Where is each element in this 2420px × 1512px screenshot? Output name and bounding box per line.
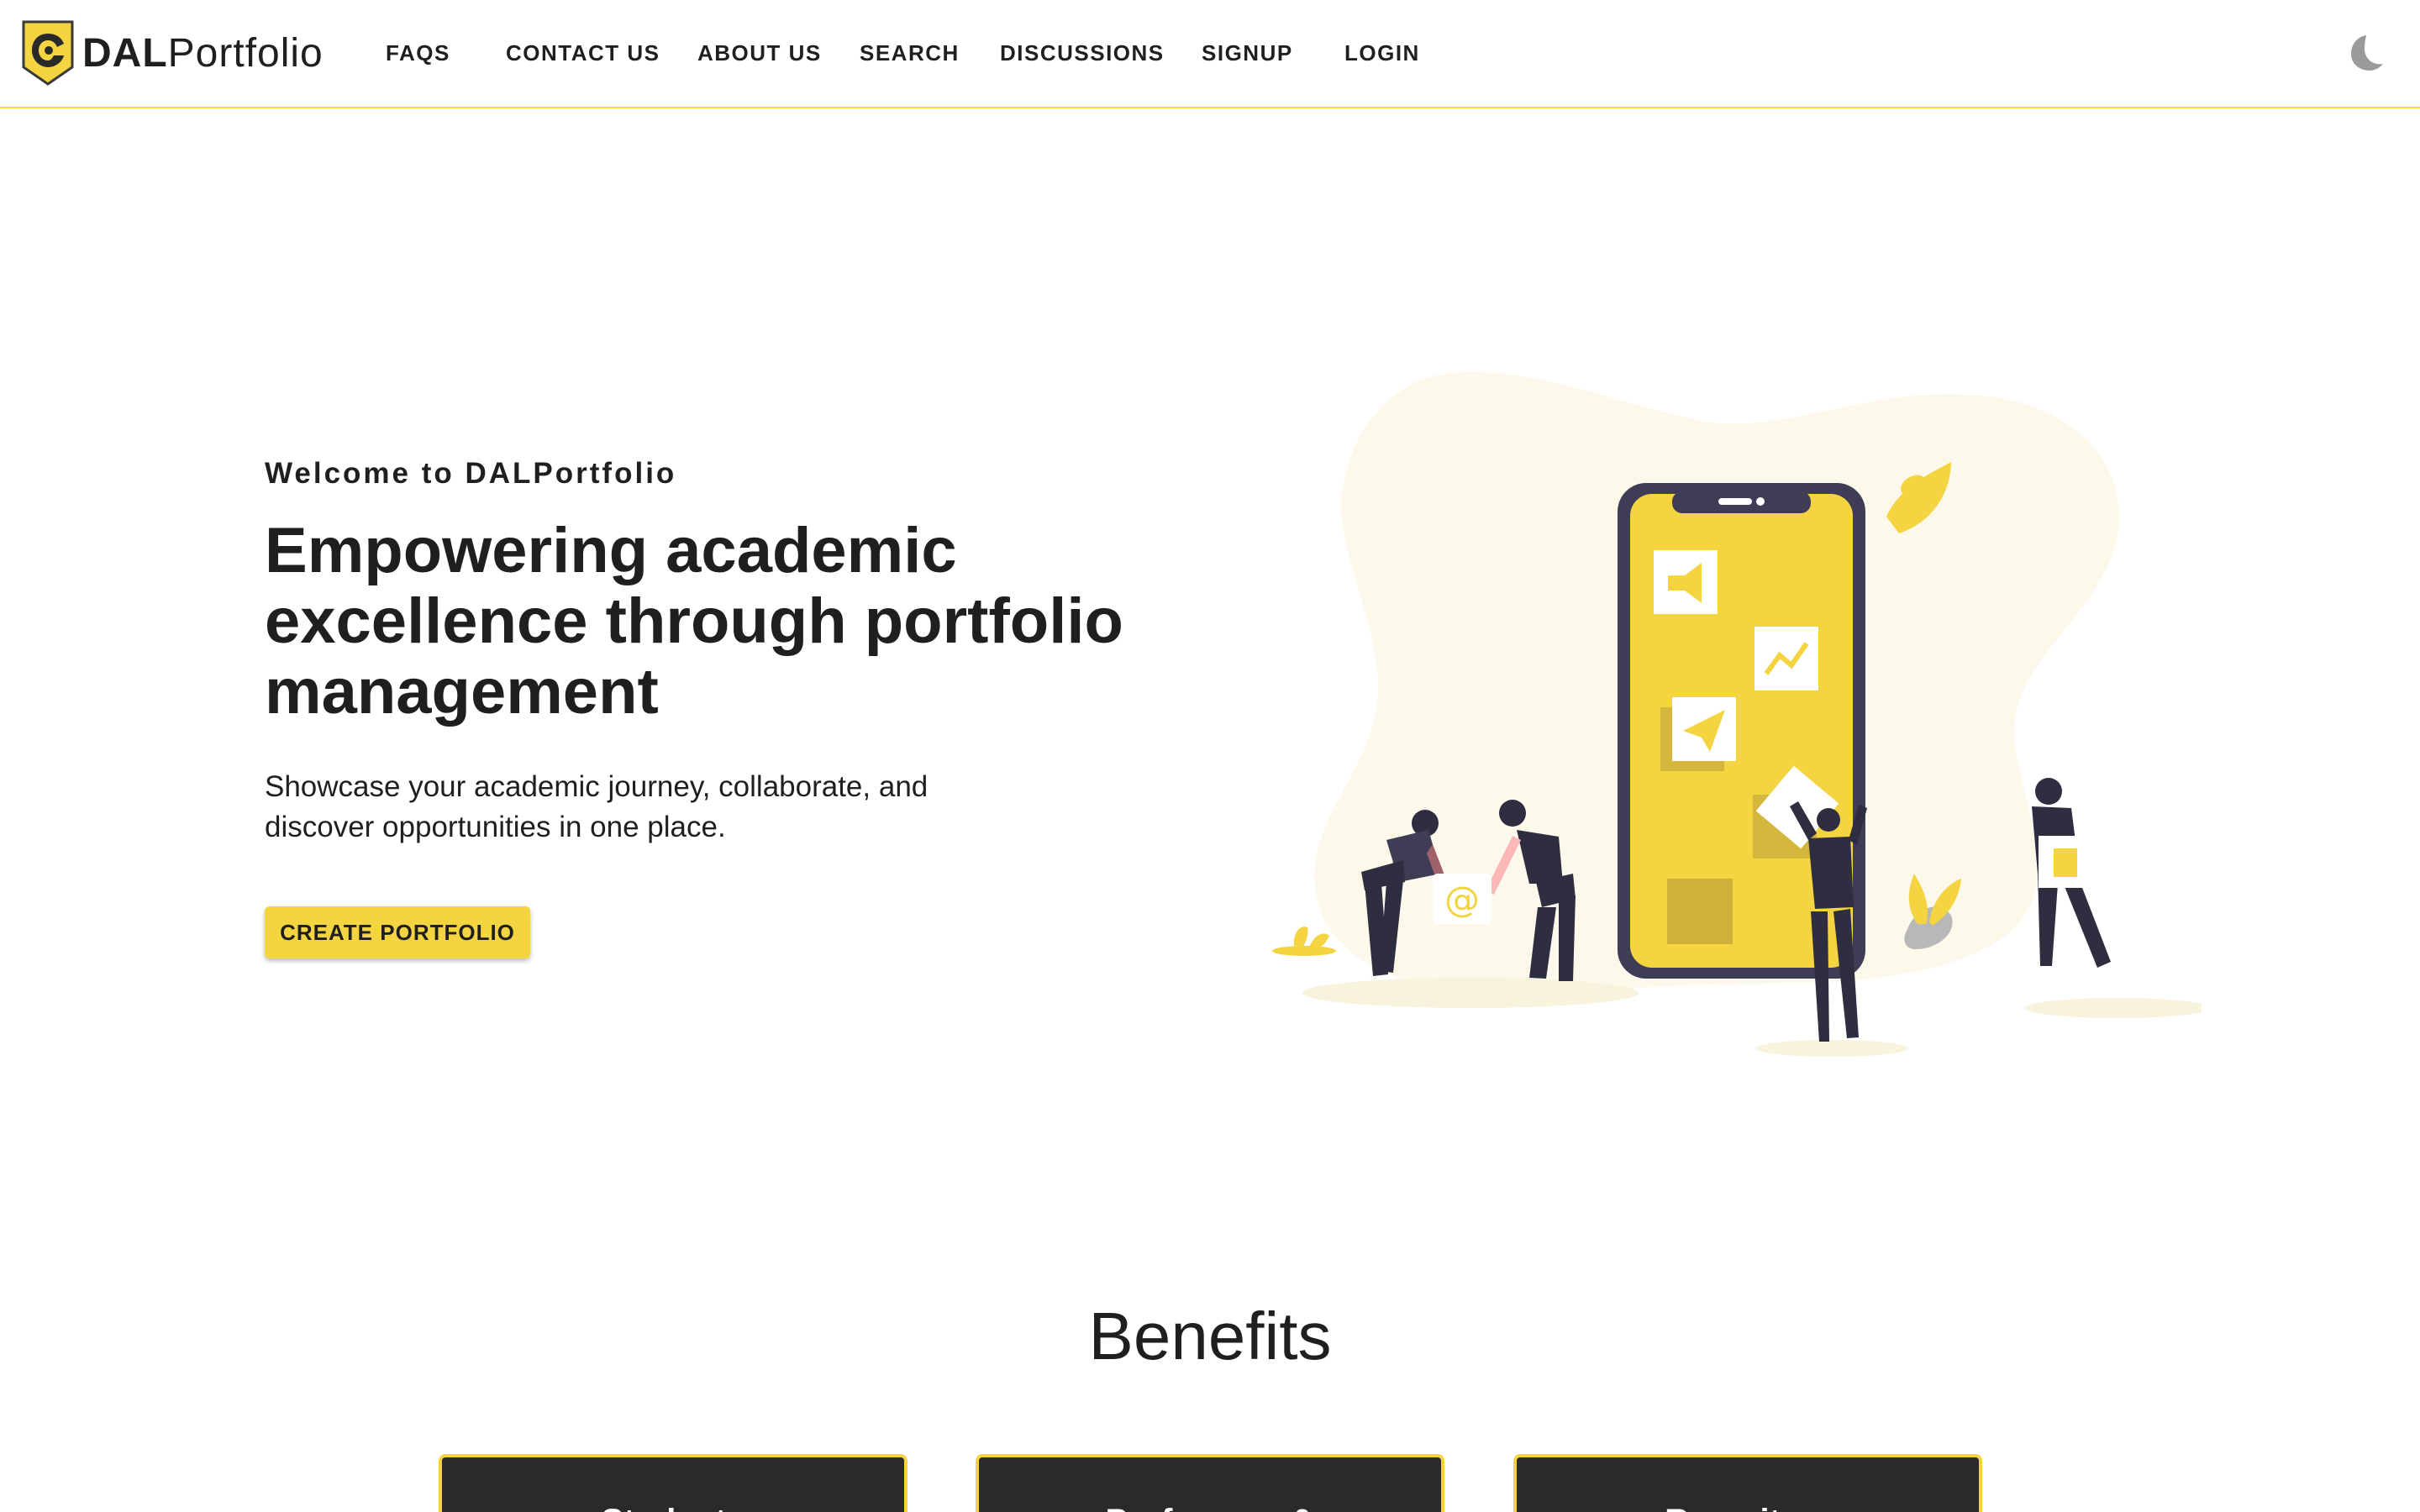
nav-login[interactable]: LOGIN [1344, 40, 1420, 66]
brand-name-bold: DAL [82, 30, 168, 76]
hero-title: Empowering academic excellence through p… [265, 515, 1123, 727]
hero-subtitle: Showcase your academic journey, collabor… [265, 770, 929, 843]
theme-toggle-button[interactable] [2348, 32, 2386, 74]
shield-logo-icon [22, 20, 74, 86]
svg-text:@: @ [1444, 879, 1480, 920]
benefit-card-title: Professors & [979, 1503, 1441, 1512]
top-navbar: DALPortfolio FAQS CONTACT US ABOUT US SE… [0, 0, 2420, 108]
hero-illustration: @ [1272, 371, 2202, 1057]
nav-faqs[interactable]: FAQS [386, 40, 450, 66]
brand-name-light: Portfolio [167, 30, 324, 76]
benefit-card-title: Students [442, 1503, 904, 1512]
benefit-card-title: Recruiters [1517, 1503, 1979, 1512]
benefit-card-recruiters[interactable]: Recruiters [1513, 1454, 1982, 1512]
benefits-heading: Benefits [1088, 1299, 1332, 1373]
nav-about-us[interactable]: ABOUT US [697, 40, 822, 66]
nav-signup[interactable]: SIGNUP [1202, 40, 1293, 66]
benefit-card-students[interactable]: Students [439, 1454, 908, 1512]
hero-kicker: Welcome to DALPortfolio [265, 457, 677, 490]
nav-contact-us[interactable]: CONTACT US [506, 40, 660, 66]
moon-icon [2351, 35, 2383, 71]
nav-search[interactable]: SEARCH [860, 40, 960, 66]
nav-discussions[interactable]: DISCUSSIONS [1000, 40, 1165, 66]
create-portfolio-button[interactable]: CREATE PORTFOLIO [265, 906, 530, 958]
brand-logo[interactable]: DALPortfolio [20, 18, 324, 87]
benefit-card-professors[interactable]: Professors & [976, 1454, 1444, 1512]
brand-name: DALPortfolio [82, 30, 324, 76]
